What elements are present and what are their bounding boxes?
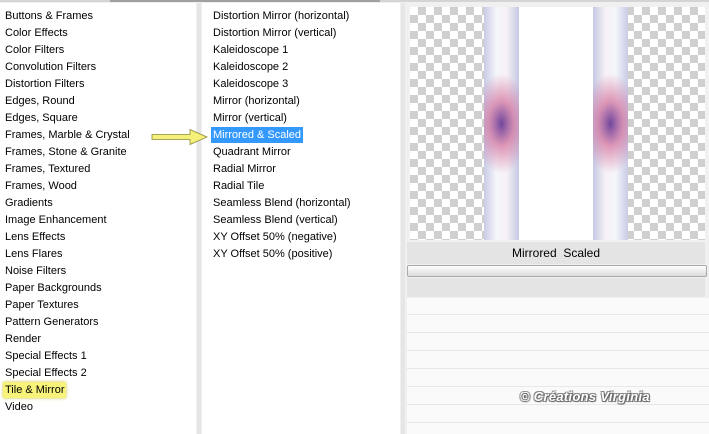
filter-item-radial-tile[interactable]: Radial Tile [211,178,266,194]
filter-list[interactable]: Distortion Mirror (horizontal) Distortion… [202,3,400,434]
category-item-pattern-generators[interactable]: Pattern Generators [3,314,101,330]
filter-item-seamless-blend-horizontal[interactable]: Seamless Blend (horizontal) [211,195,353,211]
filter-item-mirrored-and-scaled[interactable]: Mirrored & Scaled [211,127,304,143]
filter-item-radial-mirror[interactable]: Radial Mirror [211,161,278,177]
category-item-tile-and-mirror[interactable]: Tile & Mirror [3,382,67,398]
list-splitter[interactable] [197,3,201,434]
top-border [0,0,709,2]
category-item-lens-flares[interactable]: Lens Flares [3,246,64,262]
category-item-distortion-filters[interactable]: Distortion Filters [3,76,86,92]
category-item-paper-textures[interactable]: Paper Textures [3,297,81,313]
filter-item-xy-offset-50-negative[interactable]: XY Offset 50% (negative) [211,229,339,245]
category-item-gradients[interactable]: Gradients [3,195,55,211]
row-divider [407,332,709,333]
category-item-frames-textured[interactable]: Frames, Textured [3,161,92,177]
category-item-special-effects-1[interactable]: Special Effects 1 [3,348,89,364]
filter-item-distortion-mirror-vertical[interactable]: Distortion Mirror (vertical) [211,25,338,41]
category-item-lens-effects[interactable]: Lens Effects [3,229,67,245]
filter-item-quadrant-mirror[interactable]: Quadrant Mirror [211,144,293,160]
category-item-edges-square[interactable]: Edges, Square [3,110,80,126]
filter-item-mirror-horizontal[interactable]: Mirror (horizontal) [211,93,302,109]
filter-item-distortion-mirror-horizontal[interactable]: Distortion Mirror (horizontal) [211,8,351,24]
category-item-frames-marble-and-crystal[interactable]: Frames, Marble & Crystal [3,127,132,143]
preview-mirror-strip-right [593,7,628,240]
watermark: © Créations Virginia [520,389,650,404]
category-item-color-effects[interactable]: Color Effects [3,25,70,41]
control-area [407,278,705,297]
filter-preview [410,7,705,240]
filter-item-seamless-blend-vertical[interactable]: Seamless Blend (vertical) [211,212,340,228]
filter-item-kaleidoscope-1[interactable]: Kaleidoscope 1 [211,42,290,58]
preview-slider-bar[interactable] [407,265,707,277]
filter-item-mirror-vertical[interactable]: Mirror (vertical) [211,110,289,126]
category-item-buttons-and-frames[interactable]: Buttons & Frames [3,8,95,24]
filter-item-kaleidoscope-3[interactable]: Kaleidoscope 3 [211,76,290,92]
pointer-arrow-icon [151,128,208,146]
category-item-special-effects-2[interactable]: Special Effects 2 [3,365,89,381]
preview-center-band [519,7,593,240]
category-item-image-enhancement[interactable]: Image Enhancement [3,212,109,228]
preview-splitter[interactable] [401,3,405,434]
filter-item-xy-offset-50-positive[interactable]: XY Offset 50% (positive) [211,246,334,262]
row-divider [407,386,709,387]
category-item-convolution-filters[interactable]: Convolution Filters [3,59,98,75]
category-list[interactable]: Buttons & Frames Color Effects Color Filte… [0,3,196,434]
category-item-edges-round[interactable]: Edges, Round [3,93,77,109]
category-item-frames-stone-and-granite[interactable]: Frames, Stone & Granite [3,144,129,160]
filter-item-kaleidoscope-2[interactable]: Kaleidoscope 2 [211,59,290,75]
preview-filter-name: Mirrored Scaled [407,242,705,264]
category-item-video[interactable]: Video [3,399,35,415]
parameters-area [407,298,709,434]
row-divider [407,404,709,405]
row-divider [407,350,709,351]
category-item-render[interactable]: Render [3,331,43,347]
category-item-color-filters[interactable]: Color Filters [3,42,66,58]
row-divider [407,368,709,369]
top-border-tab [110,0,380,2]
preview-mirror-strip-left [484,7,519,240]
row-divider [407,422,709,423]
row-divider [407,314,709,315]
category-item-noise-filters[interactable]: Noise Filters [3,263,68,279]
category-item-frames-wood[interactable]: Frames, Wood [3,178,79,194]
category-item-paper-backgrounds[interactable]: Paper Backgrounds [3,280,104,296]
